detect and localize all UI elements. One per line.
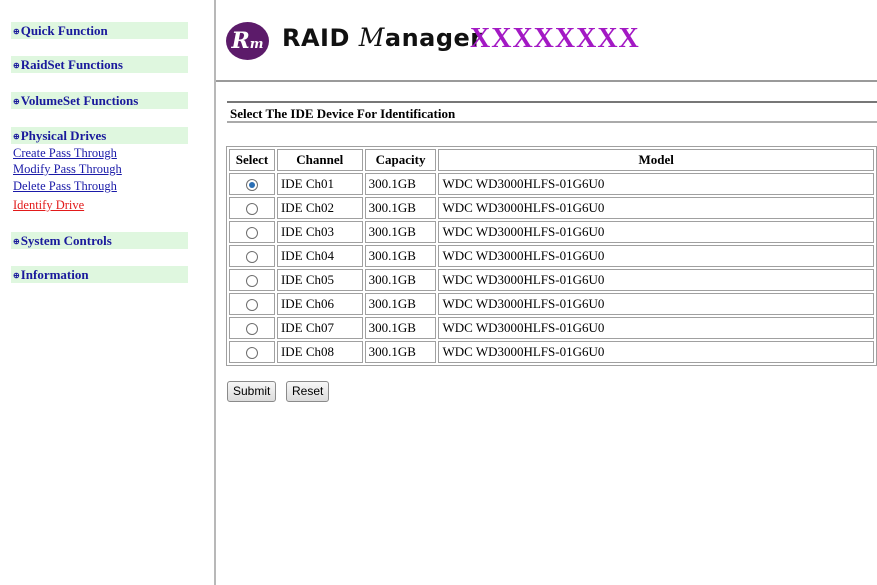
model-cell: WDC WD3000HLFS-01G6U0 [438,293,874,315]
select-cell [229,293,275,315]
capacity-cell: 300.1GB [364,269,437,291]
channel-cell: IDE Ch01 [276,173,363,195]
nav-section-label: VolumeSet Functions [20,93,139,108]
nav-information[interactable]: ⊕Information [11,266,188,283]
select-cell [229,269,275,291]
select-cell [229,317,275,339]
nav-system-controls[interactable]: ⊕System Controls [11,232,188,249]
model-cell: WDC WD3000HLFS-01G6U0 [438,341,874,363]
bullet-icon: ⊕ [13,27,20,36]
select-cell [229,341,275,363]
select-radio[interactable] [245,299,258,312]
select-radio[interactable] [245,203,258,216]
channel-cell: IDE Ch05 [276,269,363,291]
model-cell: WDC WD3000HLFS-01G6U0 [438,245,874,267]
nav-create-pass-through[interactable]: Create Pass Through [13,147,117,160]
col-select: Select [229,149,275,171]
nav-section-label: RaidSet Functions [20,57,123,72]
table-row: IDE Ch08 300.1GB WDC WD3000HLFS-01G6U0 [229,341,874,363]
main-content: Select The IDE Device For Identification… [216,84,877,585]
app-logo-text: RAID Manager [282,23,483,52]
nav-volumeset-functions[interactable]: ⊕VolumeSet Functions [11,92,188,109]
capacity-cell: 300.1GB [364,173,437,195]
select-cell [229,197,275,219]
nav-delete-pass-through[interactable]: Delete Pass Through [13,180,117,193]
nav-section-label: System Controls [20,233,112,248]
bullet-icon: ⊕ [13,132,20,141]
table-row: IDE Ch06 300.1GB WDC WD3000HLFS-01G6U0 [229,293,874,315]
select-cell [229,245,275,267]
channel-cell: IDE Ch02 [276,197,363,219]
channel-cell: IDE Ch07 [276,317,363,339]
channel-cell: IDE Ch06 [276,293,363,315]
capacity-cell: 300.1GB [364,341,437,363]
channel-cell: IDE Ch04 [276,245,363,267]
channel-cell: IDE Ch08 [276,341,363,363]
select-cell [229,221,275,243]
capacity-cell: 300.1GB [364,197,437,219]
nav-raidset-functions[interactable]: ⊕RaidSet Functions [11,56,188,73]
sidebar-nav: ⊕Quick Function ⊕RaidSet Functions ⊕Volu… [0,0,216,585]
table-row: IDE Ch05 300.1GB WDC WD3000HLFS-01G6U0 [229,269,874,291]
table-row: IDE Ch01 300.1GB WDC WD3000HLFS-01G6U0 [229,173,874,195]
ide-device-table: Select Channel Capacity Model IDE Ch01 30… [226,146,877,366]
bullet-icon: ⊕ [13,271,20,280]
model-cell: WDC WD3000HLFS-01G6U0 [438,317,874,339]
select-radio[interactable] [245,251,258,264]
model-cell: WDC WD3000HLFS-01G6U0 [438,173,874,195]
submit-button[interactable]: Submit [227,381,277,402]
select-cell [229,173,275,195]
bullet-icon: ⊕ [13,97,20,106]
col-channel: Channel [276,149,363,171]
table-row: IDE Ch02 300.1GB WDC WD3000HLFS-01G6U0 [229,197,874,219]
raid-manager-logo-icon: Rm [226,22,269,60]
reset-button[interactable]: Reset [286,381,330,402]
nav-section-label: Information [20,267,89,282]
capacity-cell: 300.1GB [364,317,437,339]
model-cell: WDC WD3000HLFS-01G6U0 [438,221,874,243]
col-capacity: Capacity [364,149,437,171]
header-banner: Rm RAID Manager XXXXXXXX [216,0,877,82]
section-title: Select The IDE Device For Identification [227,101,877,123]
model-cell: WDC WD3000HLFS-01G6U0 [438,197,874,219]
model-cell: WDC WD3000HLFS-01G6U0 [438,269,874,291]
nav-modify-pass-through[interactable]: Modify Pass Through [13,163,122,176]
nav-section-label: Physical Drives [20,128,107,143]
nav-identify-drive[interactable]: Identify Drive [13,199,84,212]
select-radio[interactable] [245,275,258,288]
nav-quick-function[interactable]: ⊕Quick Function [11,22,188,39]
bullet-icon: ⊕ [13,237,20,246]
table-row: IDE Ch07 300.1GB WDC WD3000HLFS-01G6U0 [229,317,874,339]
select-radio[interactable] [245,227,258,240]
brand-name: XXXXXXXX [470,23,640,54]
select-radio[interactable] [245,347,258,360]
channel-cell: IDE Ch03 [276,221,363,243]
nav-physical-drives[interactable]: ⊕Physical Drives [11,127,188,144]
capacity-cell: 300.1GB [364,245,437,267]
table-header-row: Select Channel Capacity Model [229,149,874,171]
select-radio[interactable] [245,323,258,336]
capacity-cell: 300.1GB [364,221,437,243]
capacity-cell: 300.1GB [364,293,437,315]
table-row: IDE Ch04 300.1GB WDC WD3000HLFS-01G6U0 [229,245,874,267]
col-model: Model [438,149,874,171]
bullet-icon: ⊕ [13,61,20,70]
nav-section-label: Quick Function [20,23,108,38]
table-row: IDE Ch03 300.1GB WDC WD3000HLFS-01G6U0 [229,221,874,243]
select-radio[interactable] [245,179,258,192]
